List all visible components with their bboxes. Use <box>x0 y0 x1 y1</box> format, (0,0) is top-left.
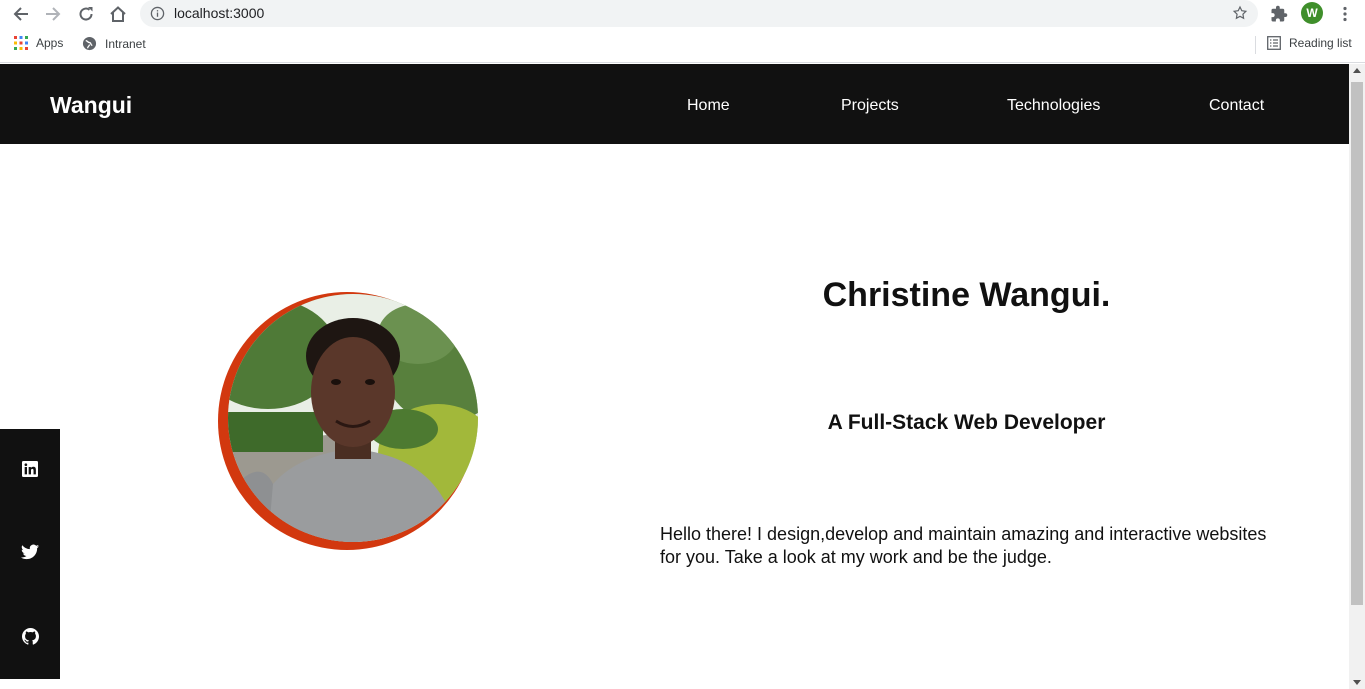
hero-role: A Full-Stack Web Developer <box>827 411 1106 434</box>
profile-photo <box>228 294 478 542</box>
site-navbar: Wangui Home Projects Technologies Contac… <box>0 64 1349 144</box>
more-vert-icon <box>1343 6 1347 22</box>
hero-bio: Hello there! I design,develop and mainta… <box>660 524 1267 567</box>
reading-list-button[interactable]: Reading list <box>1267 36 1352 50</box>
nav-projects[interactable]: Projects <box>841 97 899 115</box>
linkedin-icon <box>22 461 38 477</box>
browser-toolbar: localhost:3000 W <box>0 0 1365 28</box>
back-button[interactable] <box>10 3 32 25</box>
reading-list-icon <box>1267 36 1281 50</box>
reload-button[interactable] <box>75 3 97 25</box>
twitter-icon <box>21 544 39 560</box>
reading-list-label: Reading list <box>1289 36 1352 50</box>
home-button[interactable] <box>107 3 129 25</box>
twitter-link[interactable] <box>20 542 40 562</box>
bookmarks-bar: Apps Intranet Reading list <box>0 28 1365 63</box>
scroll-down-arrow-icon[interactable] <box>1353 680 1361 685</box>
reload-icon <box>79 7 93 21</box>
brand-logo[interactable]: Wangui <box>50 92 132 119</box>
bookmark-star-icon[interactable] <box>1232 5 1248 26</box>
profile-photo-frame <box>216 292 482 554</box>
nav-contact[interactable]: Contact <box>1209 97 1264 115</box>
github-link[interactable] <box>20 626 40 646</box>
nav-technologies[interactable]: Technologies <box>1007 97 1100 115</box>
profile-avatar[interactable]: W <box>1301 2 1323 24</box>
scroll-up-arrow-icon[interactable] <box>1353 68 1361 73</box>
home-icon <box>110 6 126 22</box>
github-icon <box>21 627 39 645</box>
address-bar[interactable]: localhost:3000 <box>140 0 1258 27</box>
bookmark-label: Apps <box>36 36 64 50</box>
hero-name: Christine Wangui. <box>822 276 1111 314</box>
bookmark-apps[interactable]: Apps <box>14 36 63 50</box>
scroll-thumb[interactable] <box>1351 82 1363 605</box>
page-scrollbar[interactable] <box>1349 64 1365 689</box>
social-sidebar <box>0 429 60 679</box>
url-text[interactable]: localhost:3000 <box>174 5 264 21</box>
forward-arrow-icon <box>46 7 61 21</box>
bookmark-intranet[interactable]: Intranet <box>82 36 146 51</box>
globe-icon <box>82 36 97 51</box>
bookmark-label: Intranet <box>105 36 146 51</box>
page-viewport: Wangui Home Projects Technologies Contac… <box>0 64 1349 689</box>
nav-home[interactable]: Home <box>687 97 730 115</box>
forward-button[interactable] <box>42 3 64 25</box>
back-arrow-icon <box>13 7 28 21</box>
bookmarks-divider <box>1255 36 1256 54</box>
apps-grid-icon <box>14 36 28 50</box>
browser-menu-button[interactable] <box>1334 3 1356 25</box>
extensions-button[interactable] <box>1268 3 1290 25</box>
puzzle-icon <box>1271 5 1288 22</box>
site-info-icon[interactable] <box>150 6 165 26</box>
linkedin-link[interactable] <box>20 459 40 479</box>
